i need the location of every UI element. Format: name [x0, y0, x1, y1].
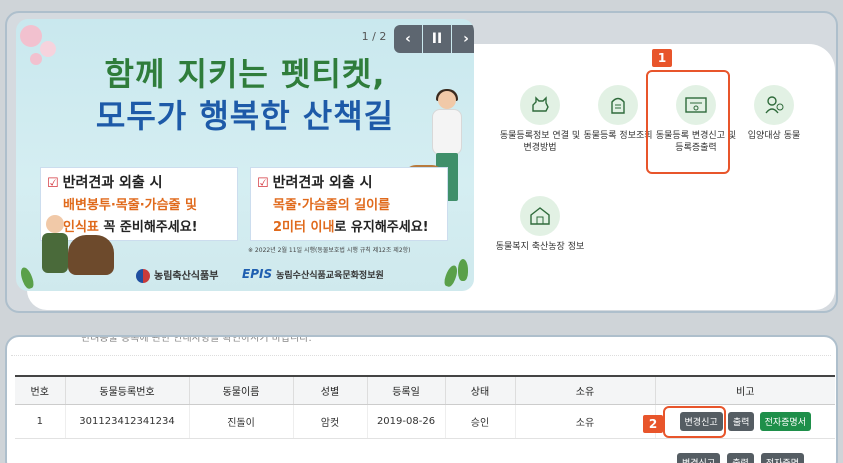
- cell-own: 소유: [515, 404, 656, 439]
- col-header: 소유: [515, 375, 656, 405]
- cell-name: 진돌이: [189, 404, 294, 439]
- cell-status: 승인: [445, 404, 516, 439]
- note-left-head: 반려견과 외출 시: [62, 175, 163, 191]
- note-right-head: 반려견과 외출 시: [272, 175, 373, 191]
- dog-illustration: [68, 235, 114, 275]
- epis-logo: EPIS 농림수산식품교육문화정보원: [242, 267, 384, 281]
- col-header: 비고: [655, 375, 835, 405]
- print-button[interactable]: 출력: [727, 453, 754, 463]
- highlight-box-2: [663, 406, 726, 438]
- step-badge-2: 2: [643, 415, 663, 433]
- e-certificate-button[interactable]: 전자증명: [760, 453, 804, 463]
- next-row-actions: 변경신고 출력 전자증명: [676, 451, 805, 463]
- owner-illustration: [40, 215, 70, 279]
- menu-welfare-farm[interactable]: 동물복지 축산농장 정보: [495, 196, 585, 253]
- tombstone-icon: [598, 85, 638, 125]
- check-icon: ☑: [257, 176, 269, 191]
- bottom-panel: 반려동물 등록에 관한 안내사항을 확인하시기 바랍니다. 번호 동물등록번호 …: [5, 335, 838, 463]
- blossom-decoration: [20, 25, 42, 47]
- col-header: 성별: [293, 375, 368, 405]
- divider: [11, 355, 831, 356]
- cell-reg-no: 301123412341234: [65, 404, 190, 439]
- note-right-line1: 목줄·가슴줄의 길이를: [273, 198, 391, 213]
- slider-controls: 1 / 2 ‹ II ›: [354, 25, 474, 53]
- e-certificate-button[interactable]: 전자증명서: [759, 411, 811, 431]
- shelter-icon: [520, 196, 560, 236]
- table-header-row: 번호 동물등록번호 동물이름 성별 등록일 상태 소유 비고: [15, 375, 835, 405]
- change-report-button[interactable]: 변경신고: [677, 453, 721, 463]
- check-icon: ☑: [47, 176, 59, 191]
- cell-sex: 암컷: [293, 404, 368, 439]
- leaf-decoration: [442, 263, 460, 289]
- cell-date: 2019-08-26: [367, 404, 446, 439]
- col-header: 등록일: [367, 375, 446, 405]
- col-header: 동물등록번호: [65, 375, 190, 405]
- step-badge-1: 1: [652, 49, 672, 67]
- menu-adoption[interactable]: 입양대상 동물: [729, 85, 819, 142]
- banner-title-line1: 함께 지키는 펫티켓,: [104, 55, 386, 93]
- menu-label: 동물복지 축산농장 정보: [495, 242, 585, 252]
- banner-title-line2: 모두가 행복한 산책길: [95, 97, 395, 135]
- leaf-decoration: [18, 265, 36, 291]
- note-right-rest: 로 유지해주세요!: [334, 220, 429, 235]
- taegeuk-icon: [136, 269, 150, 283]
- print-button[interactable]: 출력: [727, 411, 755, 431]
- cut-notice-text: 반려동물 등록에 관한 안내사항을 확인하시기 바랍니다.: [81, 335, 312, 344]
- menu-dog-link[interactable]: 동물등록정보 연결 및 변경방법: [495, 85, 585, 154]
- leaf-decoration: [458, 259, 468, 281]
- menu-label: 동물등록정보 연결 및 변경방법: [499, 131, 581, 153]
- col-header: 상태: [445, 375, 516, 405]
- note-right-highlight: 2미터 이내: [273, 220, 335, 235]
- cell-no: 1: [15, 404, 66, 439]
- col-header: 번호: [15, 375, 66, 405]
- menu-label: 입양대상 동물: [747, 131, 801, 141]
- note-left-line1: 배변봉투·목줄·가슴줄 및: [63, 198, 198, 213]
- ministry-logo: 농림축산식품부: [136, 267, 218, 283]
- highlight-box-1: [646, 70, 730, 174]
- slide-counter: 1 / 2: [361, 30, 387, 43]
- adoption-icon: [754, 85, 794, 125]
- dog-link-icon: [520, 85, 560, 125]
- note-left-rest: 꼭 준비해주세요!: [98, 220, 198, 235]
- petiquette-banner[interactable]: 1 / 2 ‹ II › 함께 지키는 펫티켓, 모두가 행복한 산책길 ☑ 반려…: [16, 19, 474, 291]
- note-right: ☑ 반려견과 외출 시 목줄·가슴줄의 길이를 2미터 이내로 유지해주세요!: [250, 167, 448, 241]
- banner-footnote: ※ 2022년 2월 11일 시행(동물보호법 시행 규칙 제12조 제2항): [248, 247, 411, 254]
- col-header: 동물이름: [189, 375, 294, 405]
